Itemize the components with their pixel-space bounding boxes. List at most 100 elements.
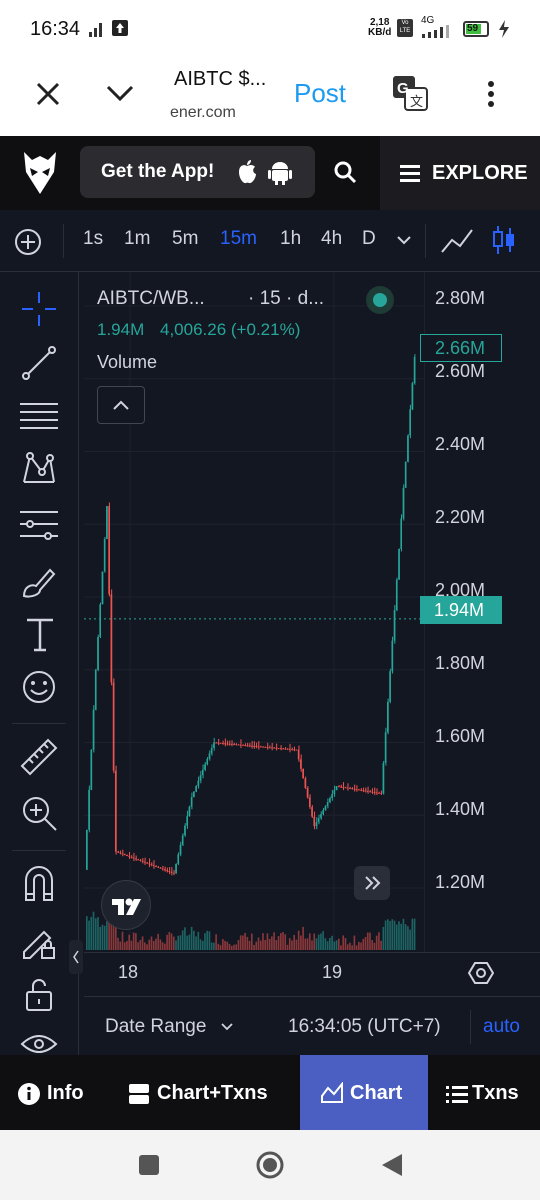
candle-body: [353, 788, 356, 790]
candle-body: [355, 789, 358, 791]
candle-body: [215, 742, 217, 744]
candle-body: [369, 791, 371, 793]
candle-body: [284, 748, 287, 750]
back-icon[interactable]: [380, 1152, 404, 1178]
more-options-icon[interactable]: [486, 80, 496, 110]
candlestick-chart-type-icon[interactable]: [490, 224, 518, 256]
tab-chart[interactable]: Chart: [300, 1055, 428, 1130]
text-tool-icon[interactable]: [24, 616, 56, 652]
candle-body: [395, 579, 398, 611]
candle-body: [237, 744, 240, 746]
brush-icon[interactable]: [20, 562, 58, 600]
candle-body: [195, 786, 197, 792]
volume-bar: [213, 942, 215, 950]
candle-body: [121, 853, 124, 855]
dexscreener-logo-icon[interactable]: [20, 150, 60, 196]
ruler-icon[interactable]: [20, 738, 58, 776]
legend-interval: · 15 · d...: [248, 288, 325, 309]
explore-button[interactable]: EXPLORE: [380, 136, 540, 210]
timeframe-1h[interactable]: 1h: [280, 228, 301, 250]
candle-body: [150, 864, 153, 866]
candle-body: [161, 868, 164, 870]
get-app-button[interactable]: Get the App!: [80, 146, 315, 198]
volume-bar: [239, 935, 242, 950]
candle-body: [177, 854, 180, 864]
collapse-legend-button[interactable]: [97, 386, 145, 424]
trend-line-icon[interactable]: [20, 344, 58, 382]
close-icon[interactable]: [36, 82, 60, 106]
candle-body: [188, 806, 191, 817]
chart-clock[interactable]: 16:34:05 (UTC+7): [288, 1016, 441, 1038]
volume-bar: [266, 933, 269, 950]
volume-bar: [233, 944, 235, 950]
recent-apps-icon[interactable]: [138, 1154, 160, 1176]
tradingview-logo[interactable]: [101, 880, 151, 930]
candle-body: [164, 869, 166, 871]
volume-bar: [132, 932, 135, 950]
candle-body: [213, 742, 215, 748]
timeframe-d[interactable]: D: [362, 228, 376, 250]
lock-icon[interactable]: [24, 978, 54, 1012]
date-range-chevron-icon: [221, 1023, 233, 1031]
volume-bar: [335, 940, 338, 950]
collapse-toolbar-button[interactable]: [69, 940, 83, 974]
candle-body: [123, 854, 126, 856]
candle-body: [293, 749, 295, 751]
candle-body: [251, 745, 253, 747]
volume-bar: [157, 933, 159, 950]
volume-bar: [210, 942, 213, 950]
lock-drawing-pencil-icon[interactable]: [20, 922, 58, 960]
volume-bar: [135, 933, 137, 950]
volume-bar: [224, 940, 226, 950]
candle-body: [360, 789, 362, 791]
date-range-button[interactable]: Date Range: [105, 1016, 206, 1038]
crosshair-icon[interactable]: [20, 290, 58, 328]
candle-body: [288, 748, 291, 750]
fib-retracement-icon[interactable]: [20, 400, 58, 434]
candle-body: [264, 746, 267, 748]
chevron-down-icon[interactable]: [106, 84, 134, 102]
chart-settings-icon[interactable]: [468, 960, 494, 986]
search-icon[interactable]: [333, 160, 357, 184]
candle-body: [157, 866, 159, 868]
post-button[interactable]: Post: [294, 78, 346, 109]
price-tick: 1.60M: [435, 726, 486, 746]
magnet-icon[interactable]: [22, 866, 56, 902]
home-icon[interactable]: [255, 1150, 285, 1180]
timeframe-5m[interactable]: 5m: [172, 228, 198, 250]
zoom-in-icon[interactable]: [20, 794, 58, 832]
candle-body: [333, 790, 336, 795]
volume-bar: [308, 933, 311, 950]
volume-bar: [384, 920, 387, 950]
pattern-icon[interactable]: [20, 450, 58, 488]
timeframe-1m[interactable]: 1m: [124, 228, 150, 250]
legend-symbol[interactable]: AIBTC/WB...: [97, 288, 205, 310]
auto-scale-button[interactable]: auto: [483, 1016, 520, 1038]
candle-body: [244, 745, 246, 747]
timeframe-1s[interactable]: 1s: [83, 228, 103, 250]
tab-info[interactable]: Info: [0, 1055, 108, 1130]
forecast-icon[interactable]: [20, 508, 58, 542]
volume-bar: [179, 935, 182, 950]
line-chart-type-icon[interactable]: [440, 226, 474, 256]
translate-icon[interactable]: G 文: [392, 75, 428, 111]
scroll-to-realtime-button[interactable]: [354, 866, 390, 900]
volume-bar: [326, 941, 329, 950]
timeframe-15m[interactable]: 15m: [220, 228, 257, 250]
volume-bar: [393, 920, 396, 950]
tab-txns[interactable]: Txns: [428, 1055, 540, 1130]
tab-chart-txns[interactable]: Chart+Txns: [108, 1055, 300, 1130]
price-chart[interactable]: [84, 272, 424, 952]
add-indicator-icon[interactable]: [14, 228, 42, 256]
candle-body: [141, 860, 144, 862]
candle-body: [239, 744, 242, 746]
eye-icon[interactable]: [20, 1032, 58, 1054]
volume-bar: [324, 938, 327, 950]
candle-body: [387, 701, 389, 733]
timeframe-dropdown-icon[interactable]: [396, 234, 412, 246]
timeframe-4h[interactable]: 4h: [321, 228, 342, 250]
volume-bar: [407, 926, 409, 950]
emoji-icon[interactable]: [20, 668, 58, 706]
last-price-label: 2.66M: [420, 334, 502, 362]
volume-bar: [244, 932, 246, 950]
